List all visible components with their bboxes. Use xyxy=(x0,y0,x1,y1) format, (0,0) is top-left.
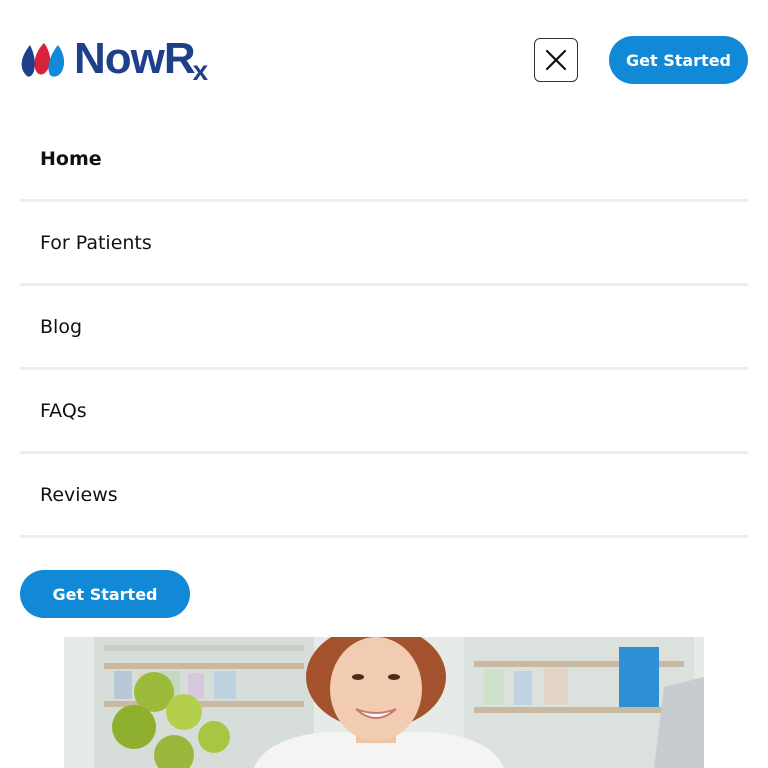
menu-item-label: FAQs xyxy=(40,399,87,422)
pharmacist-photo xyxy=(64,637,704,768)
site-header: NowR x Get Started xyxy=(0,0,768,120)
hero-image xyxy=(64,637,704,768)
brand-name: NowR xyxy=(74,34,196,83)
get-started-button[interactable]: Get Started xyxy=(609,36,748,84)
menu-item-label: Reviews xyxy=(40,483,118,506)
close-menu-button[interactable] xyxy=(534,38,578,82)
menu-item-blog[interactable]: Blog xyxy=(20,286,748,370)
menu-item-label: Blog xyxy=(40,315,82,338)
brand-logo[interactable]: NowR x xyxy=(20,36,208,86)
menu-item-home[interactable]: Home xyxy=(20,118,748,202)
close-icon xyxy=(545,49,567,71)
logo-drops-icon xyxy=(21,43,65,77)
menu-item-reviews[interactable]: Reviews xyxy=(20,454,748,538)
menu-item-label: Home xyxy=(40,147,102,170)
mobile-nav-menu: Home For Patients Blog FAQs Reviews xyxy=(20,118,748,538)
brand-name-suffix: x xyxy=(192,55,209,86)
menu-item-faqs[interactable]: FAQs xyxy=(20,370,748,454)
menu-get-started-button[interactable]: Get Started xyxy=(20,570,190,618)
menu-item-label: For Patients xyxy=(40,231,152,254)
menu-item-for-patients[interactable]: For Patients xyxy=(20,202,748,286)
